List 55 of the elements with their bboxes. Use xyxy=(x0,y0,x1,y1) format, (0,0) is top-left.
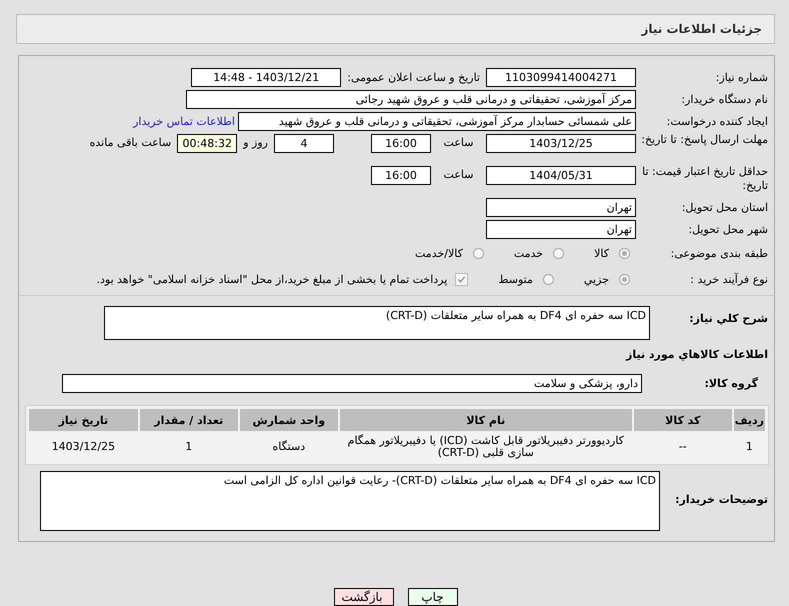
contact-link[interactable]: اطلاعات تماس خریدار xyxy=(133,114,238,128)
text-field[interactable]: 1403/12/21 - 14:48 xyxy=(191,68,342,86)
option-label: خدمت xyxy=(514,246,544,260)
radio-button[interactable] xyxy=(542,274,554,284)
remaining-label: ساعت باقی مانده xyxy=(88,136,172,149)
field-label: تاریخ و ساعت اعلان عمومی: xyxy=(346,70,481,84)
field-label: شرح کلي نياز: xyxy=(688,311,769,325)
field-label: توضیحات خریدار: xyxy=(674,492,769,506)
option-label: متوسط xyxy=(498,272,533,286)
text-field[interactable]: 1103099414004271 xyxy=(486,68,636,86)
checkbox[interactable] xyxy=(455,272,468,286)
print-button[interactable]: چاپ xyxy=(408,588,458,606)
text-field[interactable]: 4 xyxy=(274,134,334,153)
radio-button[interactable] xyxy=(619,248,630,258)
column-header: نام کالا xyxy=(340,409,632,431)
text-field[interactable]: دارو، پزشکی و سلامت xyxy=(62,374,642,392)
section-heading: اطلاعات كالاهاي مورد نياز xyxy=(624,348,769,361)
column-header: تعداد / مقدار xyxy=(140,409,238,431)
column-header: ردیف xyxy=(734,409,765,431)
radio-button[interactable] xyxy=(553,248,564,258)
field-label: نام دستگاه خریدار: xyxy=(680,92,769,106)
payment-note: پرداخت تمام یا بخشی از مبلغ خرید،از محل "اسناد خزانه اسلامی" خواهد بود. xyxy=(96,272,448,286)
field-label: حداقل تاریخ اعتبار قیمت: تا تاریخ: xyxy=(641,165,769,193)
field-label: طبقه بندی موضوعی: xyxy=(670,246,769,260)
text-field[interactable]: تهران xyxy=(486,198,636,216)
option-label: جزیي xyxy=(584,272,609,286)
text-field[interactable]: 1404/05/31 xyxy=(486,166,636,185)
field-label: گروه کالا: xyxy=(703,376,759,390)
column-header: تاریخ نیاز xyxy=(29,409,138,431)
text-field[interactable]: 16:00 xyxy=(371,166,431,185)
text-field[interactable]: 16:00 xyxy=(371,134,431,153)
field-label: مهلت ارسال پاسخ: تا تاریخ: xyxy=(640,133,769,147)
field-label: شماره نیاز: xyxy=(714,70,769,84)
column-header: واحد شمارش xyxy=(240,409,338,431)
days-label: روز و xyxy=(242,136,269,149)
field-label: استان محل تحویل: xyxy=(680,200,769,214)
field-label: ایجاد کننده درخواست: xyxy=(666,114,769,128)
column-header: کد کالا xyxy=(634,409,732,431)
notes-field[interactable]: ICD سه حفره ای DF4 به همراه سایر متعلقات (CRT-D)- رعایت قوانین اداره کل الزامی است xyxy=(40,471,660,531)
option-label: کالا/خدمت xyxy=(415,246,463,260)
radio-button[interactable] xyxy=(619,274,630,284)
back-button[interactable]: بازگشت xyxy=(334,588,394,606)
description-field[interactable]: ICD سه حفره ای DF4 به همراه سایر متعلقات (CRT-D) xyxy=(104,306,650,340)
text-field[interactable]: علی شمسائی حسابدار مرکز آموزشی، تحقیقاتی و درمانی قلب و عروق شهید xyxy=(238,112,636,130)
field-label: نوع فرآیند خرید : xyxy=(689,272,769,286)
time-label: ساعت xyxy=(442,136,474,149)
radio-button[interactable] xyxy=(472,248,484,258)
option-label: کالا xyxy=(594,246,609,260)
time-label: ساعت xyxy=(442,168,474,181)
countdown-field[interactable]: 00:48:32 xyxy=(177,134,238,153)
text-field[interactable]: تهران xyxy=(486,220,636,238)
page-title: جزئیات اطلاعات نیاز xyxy=(641,22,762,36)
text-field[interactable]: 1403/12/25 xyxy=(486,134,636,153)
text-field[interactable]: مرکز آموزشی، تحقیقاتی و درمانی قلب و عروق شهید رجائی xyxy=(186,90,636,108)
field-label: شهر محل تحویل: xyxy=(687,222,769,236)
